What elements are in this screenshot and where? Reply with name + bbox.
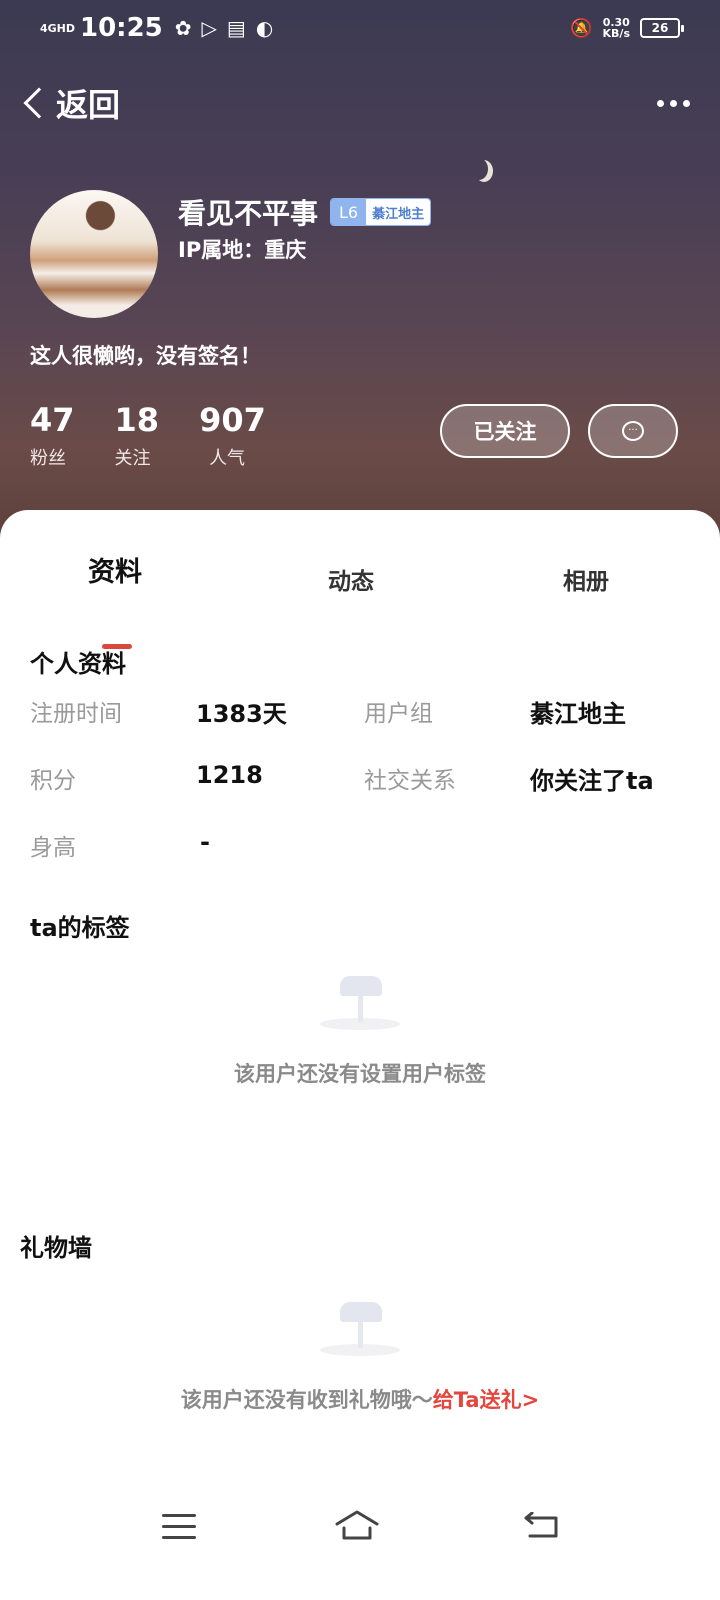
info-row: 身高 - bbox=[30, 828, 690, 895]
more-dot-icon bbox=[683, 99, 690, 107]
calendar-icon: ▤ bbox=[226, 16, 246, 40]
info-row: 积分 1218 社交关系 你关注了ta bbox=[30, 761, 690, 828]
wechat-icon: ✿ bbox=[174, 16, 192, 40]
register-time-value: 1383天 bbox=[196, 700, 287, 728]
ip-location: IP属地： 重庆 bbox=[178, 238, 307, 262]
compass-icon: ◐ bbox=[255, 16, 274, 40]
system-navigation-bar bbox=[0, 1500, 720, 1560]
stat-popularity: 907 人气 bbox=[199, 401, 266, 469]
stat-fans[interactable]: 47 粉丝 bbox=[30, 402, 75, 470]
play-icon: ▷ bbox=[201, 16, 217, 40]
profile-content: 资料 动态 相册 个人资料 注册时间 1383天 用户组 綦江地主 积分 121… bbox=[0, 510, 720, 1600]
level-badge: L6 綦江地主 bbox=[330, 198, 432, 226]
points-value: 1218 bbox=[196, 761, 263, 789]
tab-bar: 资料 动态 相册 bbox=[0, 550, 720, 649]
battery-icon: 26 bbox=[640, 18, 684, 38]
follow-button[interactable]: 已关注 bbox=[440, 404, 570, 458]
empty-mailbox-icon bbox=[320, 966, 400, 1030]
gift-wall-title: 礼物墙 bbox=[20, 1234, 92, 1262]
top-nav: 返回 bbox=[18, 78, 690, 128]
send-gift-link[interactable]: 给Ta送礼> bbox=[433, 1388, 539, 1412]
register-time-label: 注册时间 bbox=[30, 701, 122, 727]
user-group-label: 用户组 bbox=[364, 701, 433, 727]
tab-posts[interactable]: 动态 bbox=[328, 562, 374, 596]
height-value: - bbox=[200, 828, 210, 856]
chevron-left-icon bbox=[23, 87, 55, 119]
points-label: 积分 bbox=[30, 768, 76, 794]
name-row: 看见不平事 L6 綦江地主 bbox=[178, 192, 432, 232]
tags-title: ta的标签 bbox=[30, 914, 130, 942]
moon-decoration bbox=[470, 158, 488, 180]
chat-bubble-icon: ··· bbox=[622, 421, 644, 441]
back-arrow-icon[interactable] bbox=[524, 1512, 560, 1540]
signature: 这人很懒哟，没有签名！ bbox=[30, 344, 261, 368]
gifts-empty-message: 该用户还没有收到礼物哦～给Ta送礼> bbox=[180, 1388, 540, 1412]
profile-header: 4GHD 10:25 ✿ ▷ ▤ ◐ 🔕 0.30 KB/s 26 返回 看见不… bbox=[0, 0, 720, 560]
height-label: 身高 bbox=[30, 835, 76, 861]
back-button[interactable]: 返回 bbox=[18, 80, 120, 126]
personal-info-grid: 注册时间 1383天 用户组 綦江地主 积分 1218 社交关系 你关注了ta … bbox=[30, 694, 690, 895]
profile-stats: 47 粉丝 18 关注 907 人气 bbox=[30, 402, 306, 470]
social-label: 社交关系 bbox=[364, 768, 456, 794]
tab-profile[interactable]: 资料 bbox=[88, 550, 142, 589]
mute-bell-icon: 🔕 bbox=[570, 17, 593, 39]
stat-following[interactable]: 18 关注 bbox=[115, 402, 160, 470]
empty-mailbox-icon bbox=[320, 1292, 400, 1356]
status-bar: 4GHD 10:25 ✿ ▷ ▤ ◐ 🔕 0.30 KB/s 26 bbox=[0, 0, 720, 56]
info-row: 注册时间 1383天 用户组 綦江地主 bbox=[30, 694, 690, 761]
gifts-empty-state: 该用户还没有收到礼物哦～给Ta送礼> bbox=[0, 1292, 720, 1414]
tags-empty-text: 该用户还没有设置用户标签 bbox=[234, 1062, 486, 1086]
more-dot-icon bbox=[657, 99, 664, 107]
group-badge-label: 綦江地主 bbox=[366, 199, 431, 225]
tags-empty-state: 该用户还没有设置用户标签 bbox=[0, 966, 720, 1088]
personal-info-title: 个人资料 bbox=[30, 650, 126, 678]
back-label: 返回 bbox=[56, 86, 121, 124]
network-indicator: 4GHD bbox=[40, 21, 76, 35]
network-speed: 0.30 KB/s bbox=[602, 16, 630, 40]
message-button[interactable]: ··· bbox=[588, 404, 678, 458]
tab-album[interactable]: 相册 bbox=[563, 562, 609, 596]
more-dot-icon bbox=[670, 99, 677, 107]
username: 看见不平事 bbox=[178, 197, 319, 230]
avatar[interactable] bbox=[30, 190, 158, 318]
level-label: L6 bbox=[331, 199, 367, 225]
menu-icon[interactable] bbox=[162, 1514, 196, 1547]
home-icon[interactable] bbox=[334, 1508, 380, 1542]
status-time: 10:25 bbox=[80, 13, 163, 43]
social-value: 你关注了ta bbox=[530, 767, 654, 795]
more-options-button[interactable] bbox=[657, 99, 690, 107]
user-group-value: 綦江地主 bbox=[530, 700, 626, 728]
